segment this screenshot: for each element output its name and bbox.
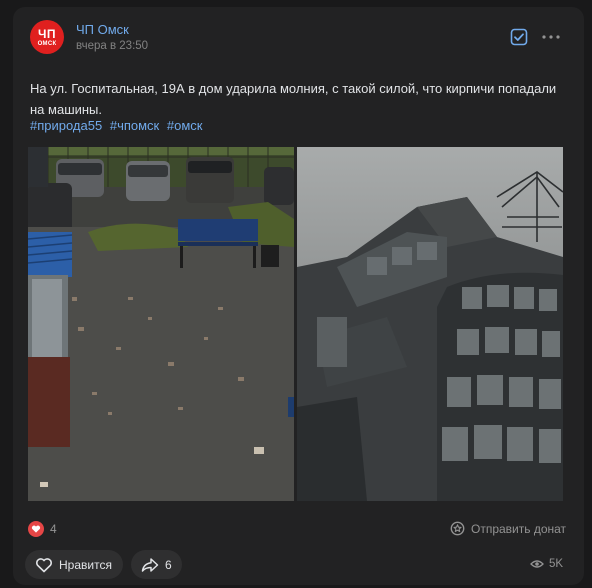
author-name[interactable]: ЧП Омск	[76, 22, 129, 37]
more-icon[interactable]	[542, 35, 560, 39]
avatar[interactable]: ЧП ОМСК	[30, 20, 64, 54]
share-icon	[141, 557, 159, 572]
donate-icon	[450, 521, 465, 536]
share-button[interactable]: 6	[131, 550, 182, 579]
photo-courtyard[interactable]	[28, 147, 294, 501]
views-count: 5K	[549, 558, 564, 570]
views-counter: 5K	[530, 558, 563, 570]
checkbox-icon[interactable]	[510, 28, 528, 46]
heart-outline-icon	[36, 557, 52, 572]
hashtags: #природа55 #чпомск #омск	[30, 118, 206, 133]
eye-icon	[530, 560, 544, 568]
avatar-text-top: ЧП	[37, 26, 57, 41]
heart-icon	[28, 521, 44, 537]
hashtag-link[interactable]: #природа55	[30, 118, 102, 133]
post-text: На ул. Госпитальная, 19А в дом ударила м…	[30, 81, 557, 117]
like-button[interactable]: Нравится	[25, 550, 123, 579]
likes-summary[interactable]: 4	[28, 521, 57, 537]
photo-building[interactable]	[297, 147, 563, 501]
donate-label: Отправить донат	[471, 521, 567, 536]
post-time[interactable]: вчера в 23:50	[76, 40, 148, 52]
like-button-label: Нравится	[59, 557, 112, 572]
share-count: 6	[165, 557, 172, 572]
likes-count: 4	[50, 522, 57, 536]
hashtag-link[interactable]: #чпомск	[110, 118, 159, 133]
donate-button[interactable]: Отправить донат	[450, 521, 566, 536]
avatar-text-bottom: ОМСК	[37, 40, 57, 47]
hashtag-link[interactable]: #омск	[167, 118, 203, 133]
